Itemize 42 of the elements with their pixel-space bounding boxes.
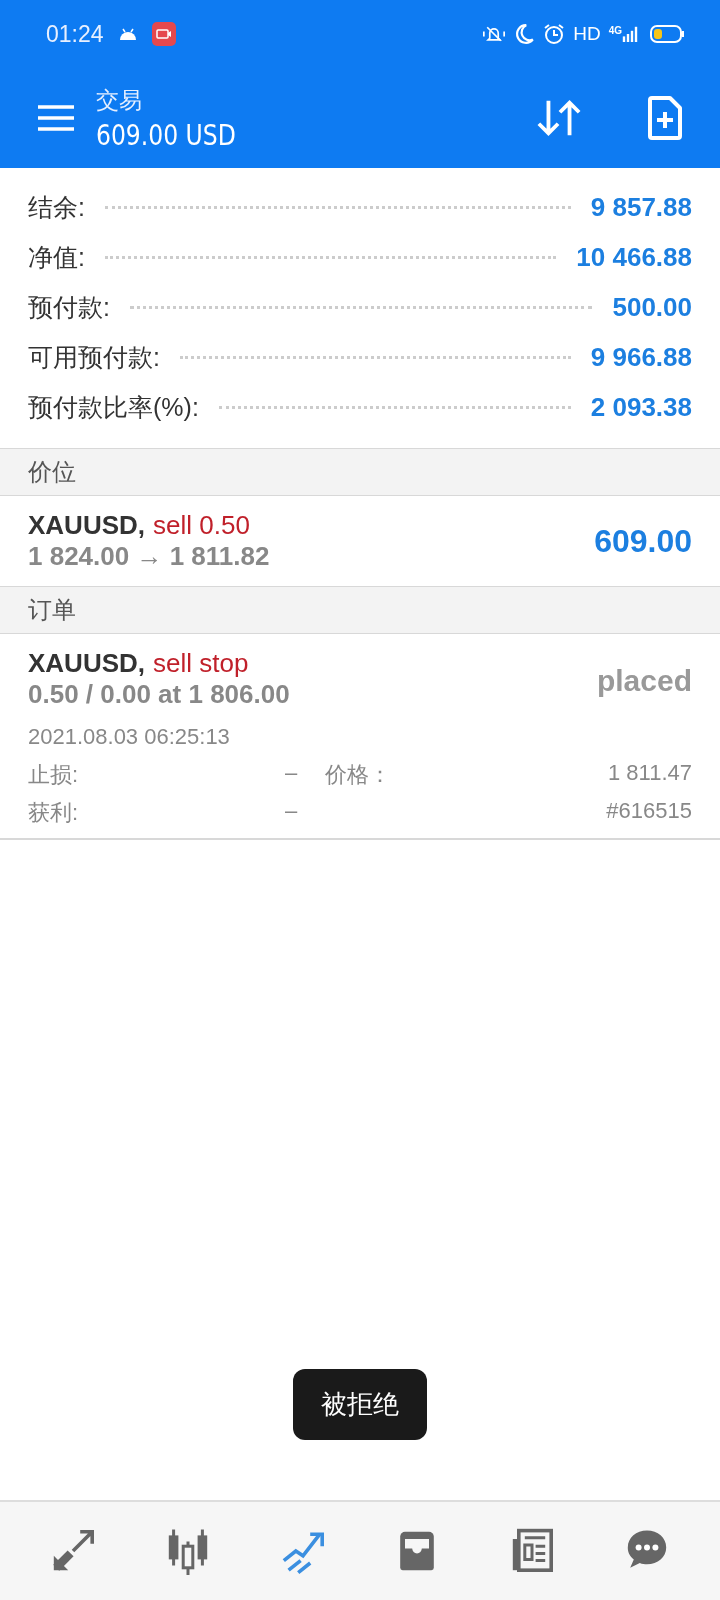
trade-action: sell stop	[153, 648, 249, 679]
section-header: 订单	[0, 587, 720, 634]
ticket-number: #616515	[605, 798, 692, 825]
android-icon	[117, 28, 138, 40]
trade-action: sell 0.50	[153, 510, 250, 541]
summary-value: 9 966.88	[590, 341, 692, 373]
summary-label: 预付款:	[28, 291, 110, 323]
symbol: XAUUSD,	[28, 648, 145, 679]
moon-icon	[513, 23, 536, 45]
network-type: 4G	[608, 25, 622, 36]
summary-value: 2 093.38	[590, 391, 692, 423]
alarm-icon	[543, 23, 566, 45]
summary-value: 10 466.88	[576, 241, 692, 273]
order-time: 2021.08.03 06:25:13	[28, 724, 231, 750]
price-value: 1 811.47	[607, 760, 692, 787]
summary-label: 预付款比率(%):	[28, 391, 199, 423]
summary-label: 结余:	[28, 191, 85, 223]
hd-indicator: HD	[573, 23, 601, 45]
summary-label: 净值:	[28, 241, 85, 273]
order-row[interactable]: XAUUSD, sell stop 0.50 / 0.00 at 1 806.00 placed 2021.08.03 06:25:13 止损: – 价格： 1 811.47 获利: – #616515	[0, 634, 720, 840]
menu-icon[interactable]	[38, 105, 74, 131]
account-profit: 609.00 USD	[96, 117, 237, 152]
symbol: XAUUSD,	[28, 510, 145, 541]
take-profit-value: –	[285, 798, 299, 825]
status-time: 01:24	[46, 20, 104, 48]
section-header: 价位	[0, 449, 720, 496]
take-profit-label: 获利:	[28, 799, 80, 827]
order-volume: 0.50 / 0.00 at 1 806.00	[28, 679, 290, 710]
price-change: 1 824.00 → 1 811.82	[28, 541, 270, 572]
price-label: 价格：	[325, 761, 392, 789]
summary-value: 9 857.88	[590, 191, 692, 223]
stop-loss-value: –	[285, 760, 299, 787]
summary-label: 可用预付款:	[28, 341, 160, 373]
screen-title: 交易	[96, 85, 143, 115]
signal-icon	[622, 25, 638, 43]
toast-message: 被拒绝	[293, 1369, 427, 1440]
order-state: placed	[596, 664, 692, 698]
recording-icon	[151, 22, 176, 46]
position-profit: 609.00	[594, 522, 692, 560]
stop-loss-label: 止损:	[28, 761, 80, 789]
battery-icon	[650, 25, 684, 43]
summary-value: 500.00	[612, 291, 692, 323]
